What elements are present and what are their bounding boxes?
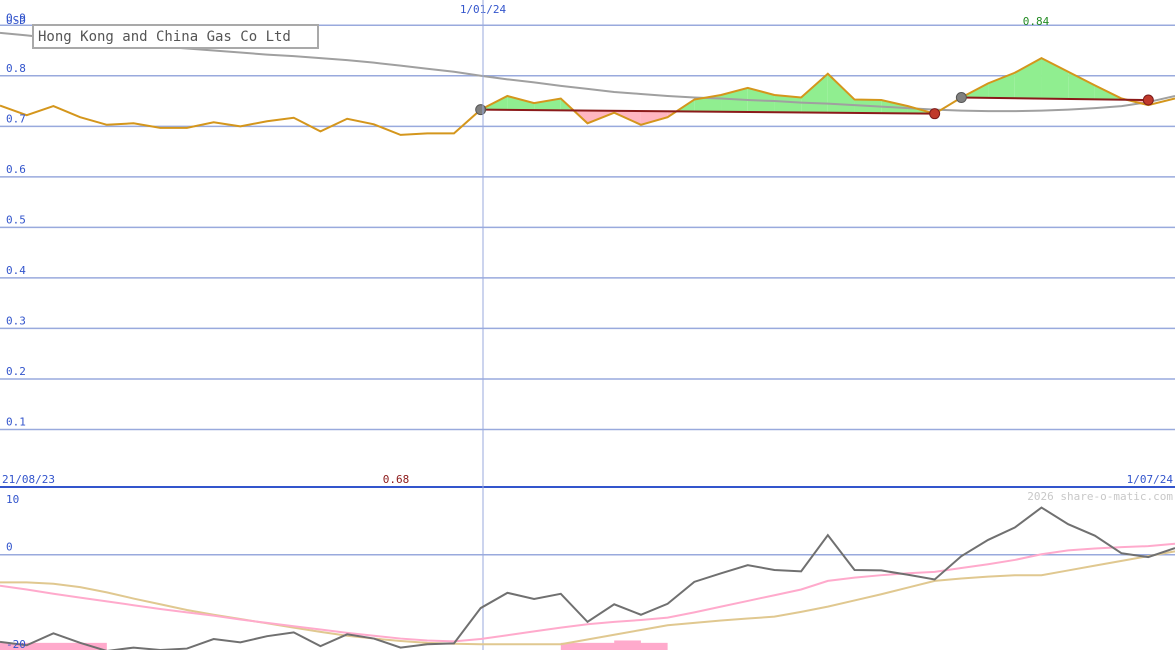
trend-start-marker bbox=[475, 104, 487, 116]
trend-end-marker bbox=[929, 108, 941, 120]
x-start-date-label: 21/08/23 bbox=[2, 473, 55, 486]
watermark: 2026 share-o-matic.com bbox=[1027, 490, 1173, 503]
low-price-label: 0.68 bbox=[383, 473, 410, 486]
price-tick-label: 0.5 bbox=[6, 213, 26, 226]
trend-start-marker bbox=[955, 92, 967, 104]
oscillator-bar bbox=[614, 640, 641, 650]
price-tick-label: 0.1 bbox=[6, 415, 26, 428]
chart-title: Hong Kong and China Gas Co Ltd bbox=[38, 29, 291, 45]
high-price-label: 0.84 bbox=[1023, 15, 1050, 28]
oscillator-tick-label: -20 bbox=[6, 638, 26, 650]
price-tick-label: 0.8 bbox=[6, 62, 26, 75]
price-y-ticks: 0.10.20.30.40.50.60.70.80.9 bbox=[6, 11, 26, 428]
x-end-date-label: 1/07/24 bbox=[1127, 473, 1174, 486]
stock-chart: 0.10.20.30.40.50.60.70.80.9 USD 1/01/24 … bbox=[0, 0, 1175, 650]
price-tick-label: 0.2 bbox=[6, 365, 26, 378]
oscillator-tick-label: 0 bbox=[6, 541, 13, 554]
trend-end-marker bbox=[1142, 94, 1154, 106]
currency-label: USD bbox=[6, 14, 26, 27]
price-tick-label: 0.7 bbox=[6, 112, 26, 125]
price-tick-label: 0.6 bbox=[6, 163, 26, 176]
price-tick-label: 0.3 bbox=[6, 314, 26, 327]
oscillator-tick-label: 10 bbox=[6, 493, 19, 506]
price-tick-label: 0.4 bbox=[6, 264, 26, 277]
